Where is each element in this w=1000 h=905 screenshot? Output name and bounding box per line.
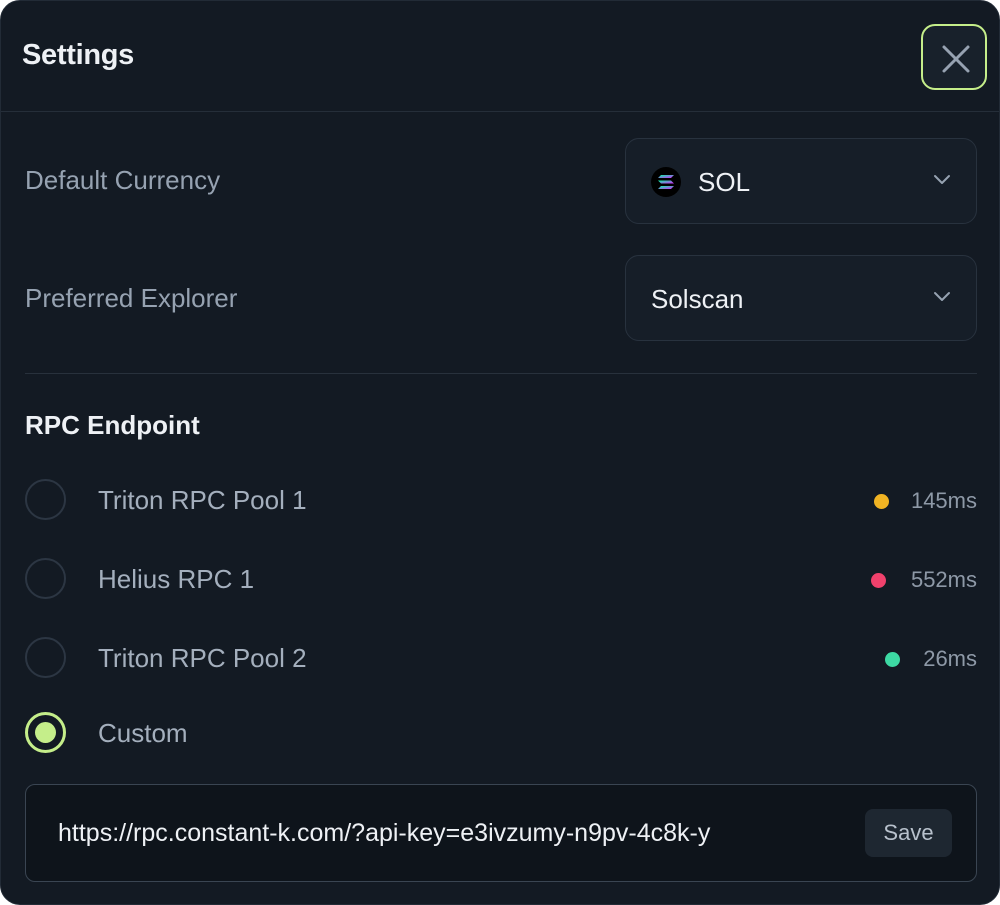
status-dot-icon xyxy=(885,652,900,667)
currency-select[interactable]: SOL xyxy=(625,138,977,224)
modal-header: Settings xyxy=(1,1,999,112)
rpc-option-label: Triton RPC Pool 1 xyxy=(98,485,307,515)
status-dot-icon xyxy=(871,573,886,588)
radio-button[interactable] xyxy=(25,479,66,520)
chevron-down-icon xyxy=(934,292,950,301)
chevron-down-icon xyxy=(934,175,950,184)
close-button[interactable] xyxy=(921,24,987,90)
solana-logo-icon xyxy=(651,167,681,197)
explorer-value: Solscan xyxy=(651,284,744,314)
rpc-option-triton-pool-2[interactable]: Triton RPC Pool 2 26ms xyxy=(25,632,977,682)
radio-button[interactable] xyxy=(25,558,66,599)
latency-value: 145ms xyxy=(910,488,977,513)
rpc-option-label: Triton RPC Pool 2 xyxy=(98,643,307,673)
default-currency-label: Default Currency xyxy=(25,165,221,195)
status-dot-icon xyxy=(874,494,889,509)
rpc-option-helius-1[interactable]: Helius RPC 1 552ms xyxy=(25,553,977,603)
rpc-option-label: Helius RPC 1 xyxy=(98,564,255,594)
rpc-endpoint-title: RPC Endpoint xyxy=(25,410,200,440)
explorer-select[interactable]: Solscan xyxy=(625,255,977,341)
close-icon xyxy=(942,45,970,73)
section-divider xyxy=(25,373,977,374)
modal-title: Settings xyxy=(22,39,134,71)
radio-button-selected[interactable] xyxy=(25,712,66,753)
rpc-option-triton-pool-1[interactable]: Triton RPC Pool 1 145ms xyxy=(25,474,977,524)
settings-modal: Settings Default Currency SOL Preferred … xyxy=(0,0,1000,905)
radio-button[interactable] xyxy=(25,637,66,678)
rpc-option-label: Custom xyxy=(98,718,188,748)
preferred-explorer-label: Preferred Explorer xyxy=(25,283,238,313)
custom-rpc-url-input[interactable] xyxy=(58,813,858,853)
custom-rpc-input-container: Save xyxy=(25,784,977,882)
currency-value: SOL xyxy=(698,167,751,197)
latency-value: 26ms xyxy=(923,646,977,671)
radio-dot xyxy=(35,722,56,743)
rpc-option-custom[interactable]: Custom xyxy=(25,707,977,757)
save-button[interactable]: Save xyxy=(865,809,952,857)
latency-value: 552ms xyxy=(910,567,977,592)
